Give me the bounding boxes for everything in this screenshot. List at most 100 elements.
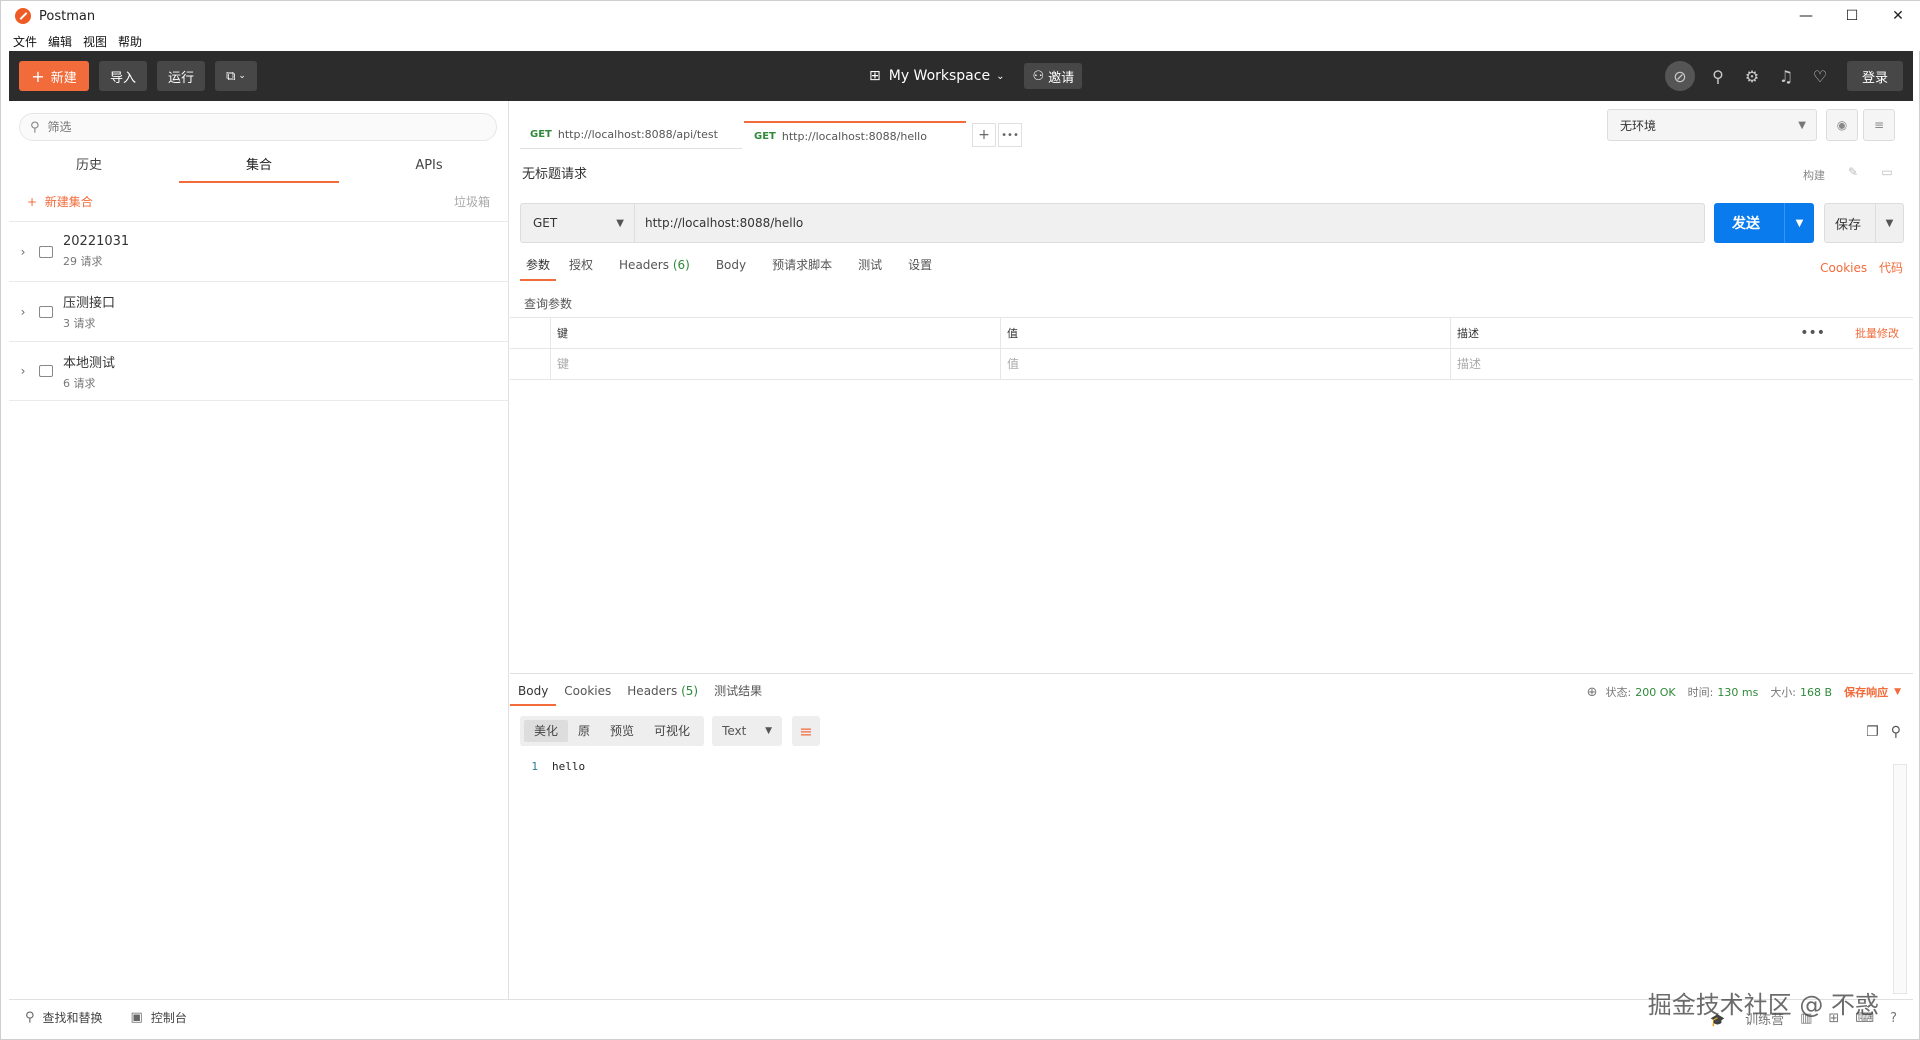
heart-icon[interactable]: ♡ — [1803, 59, 1837, 93]
line-number: 1 — [531, 760, 538, 773]
request-section-tabs: 参数 授权 Headers (6) Body 预请求脚本 测试 设置 — [520, 253, 945, 281]
main-panel: GET http://localhost:8088/api/test GET h… — [510, 101, 1913, 999]
request-tab-bar: GET http://localhost:8088/api/test GET h… — [510, 101, 1913, 153]
bell-icon[interactable]: ♫ — [1769, 59, 1803, 93]
maximize-button[interactable]: ☐ — [1829, 1, 1875, 31]
runner-button[interactable]: 运行 — [157, 61, 205, 91]
collection-count: 29 请求 — [63, 255, 103, 268]
language-select[interactable]: Text ▼ — [712, 716, 783, 746]
tab-test-results[interactable]: 测试结果 — [706, 680, 770, 706]
format-visualize[interactable]: 可视化 — [644, 720, 700, 742]
tab-response-body[interactable]: Body — [510, 680, 557, 706]
menu-edit[interactable]: 编辑 — [48, 33, 72, 50]
globe-icon[interactable]: ⊕ — [1587, 685, 1598, 700]
more-options-icon[interactable]: ••• — [1800, 318, 1825, 349]
menu-bar: 文件 编辑 视图 帮助 — [1, 31, 1920, 51]
console-button[interactable]: ▣ 控制台 — [131, 1009, 187, 1026]
new-tab-button[interactable]: + — [972, 123, 996, 147]
time-value: 130 ms — [1717, 685, 1759, 699]
format-pretty[interactable]: 美化 — [524, 720, 569, 742]
request-name[interactable]: 无标题请求 — [522, 163, 587, 182]
column-key: 键 — [550, 318, 1000, 349]
tab-response-headers[interactable]: Headers (5) — [619, 680, 706, 706]
close-button[interactable]: ✕ — [1875, 1, 1920, 31]
wrap-lines-icon[interactable]: ≡ — [792, 716, 821, 746]
eye-icon[interactable]: ◉ — [1826, 109, 1858, 141]
chevron-right-icon[interactable]: › — [13, 364, 33, 378]
environment-select[interactable]: 无环境 ▼ — [1607, 109, 1817, 141]
more-tabs-icon[interactable]: ••• — [998, 123, 1022, 147]
tab-history[interactable]: 历史 — [9, 153, 169, 183]
sidebar-tabs: 历史 集合 APIs — [9, 153, 509, 183]
plus-icon: + — [31, 66, 45, 86]
url-input[interactable]: http://localhost:8088/hello — [635, 203, 1705, 243]
tab-tests[interactable]: 测试 — [845, 253, 895, 281]
save-response-button[interactable]: 保存响应 — [1844, 684, 1888, 700]
table-header-row: 键 值 描述 ••• 批量修改 — [510, 318, 1913, 349]
help-icon[interactable]: ? — [1890, 1011, 1897, 1026]
environment-label: 无环境 — [1620, 118, 1657, 133]
new-button[interactable]: + 新建 — [19, 61, 89, 91]
copy-icon[interactable]: ❐ — [1866, 724, 1879, 740]
chevron-right-icon[interactable]: › — [13, 245, 33, 259]
column-description: 描述 — [1450, 318, 1800, 349]
gear-icon[interactable]: ⚙ — [1735, 59, 1769, 93]
collection-item[interactable]: › 本地测试 6 请求 — [9, 341, 509, 401]
format-preview[interactable]: 预览 — [600, 720, 644, 742]
description-input[interactable]: 描述 — [1450, 349, 1913, 380]
caret-down-icon[interactable]: ▼ — [1894, 687, 1901, 697]
chevron-right-icon[interactable]: › — [13, 305, 33, 319]
minimize-button[interactable]: — — [1783, 1, 1829, 31]
value-input[interactable]: 值 — [1000, 349, 1450, 380]
trash-link[interactable]: 垃圾箱 — [454, 193, 490, 210]
menu-view[interactable]: 视图 — [83, 33, 107, 50]
search-icon[interactable]: ⚲ — [1891, 724, 1901, 740]
collection-item[interactable]: › 压测接口 3 请求 — [9, 281, 509, 341]
collection-item[interactable]: › 20221031 29 请求 — [9, 221, 509, 281]
cookies-link[interactable]: Cookies — [1820, 261, 1867, 275]
console-label: 控制台 — [150, 1011, 187, 1025]
tab-response-cookies[interactable]: Cookies — [556, 680, 619, 706]
caret-down-icon[interactable]: ▼ — [1784, 203, 1814, 243]
sync-off-icon[interactable]: ⊘ — [1665, 61, 1695, 91]
status-bar: ⚲ 查找和替换 ▣ 控制台 🎓 训练营 ▥ ⊞ ⌨ ? — [9, 999, 1913, 1035]
pencil-icon[interactable]: ✎ — [1838, 157, 1868, 187]
key-input[interactable]: 键 — [550, 349, 1000, 380]
new-window-button[interactable]: ⧉ ⌄ — [215, 61, 257, 91]
code-link[interactable]: 代码 — [1879, 261, 1903, 275]
find-replace-button[interactable]: ⚲ 查找和替换 — [25, 1009, 103, 1026]
response-status: ⊕ 状态: 200 OK 时间: 130 ms 大小: 168 B 保存响应 ▼ — [1587, 684, 1901, 700]
tab-prerequest[interactable]: 预请求脚本 — [759, 253, 845, 281]
import-button[interactable]: 导入 — [99, 61, 147, 91]
comment-icon[interactable]: ▭ — [1872, 157, 1902, 187]
request-tab-active[interactable]: GET http://localhost:8088/hello — [744, 121, 966, 149]
tab-collections[interactable]: 集合 — [179, 153, 339, 183]
new-collection-button[interactable]: + 新建集合 — [27, 193, 93, 210]
tab-url: http://localhost:8088/hello — [781, 129, 927, 143]
invite-button[interactable]: ⚇ 邀请 — [1024, 63, 1083, 89]
menu-help[interactable]: 帮助 — [118, 33, 142, 50]
scrollbar[interactable] — [1893, 764, 1907, 994]
filter-input[interactable] — [47, 120, 468, 134]
tab-apis[interactable]: APIs — [349, 153, 509, 183]
tab-headers[interactable]: Headers (6) — [606, 253, 703, 281]
tab-settings[interactable]: 设置 — [895, 253, 945, 281]
request-tab[interactable]: GET http://localhost:8088/api/test — [520, 121, 742, 149]
login-button[interactable]: 登录 — [1847, 61, 1903, 91]
caret-down-icon[interactable]: ▼ — [1875, 204, 1903, 242]
settings-sliders-icon[interactable]: ≡ — [1863, 109, 1895, 141]
satellite-icon[interactable]: ⚲ — [1701, 59, 1735, 93]
tab-params[interactable]: 参数 — [520, 253, 557, 281]
save-button[interactable]: 保存 ▼ — [1824, 203, 1904, 243]
sidebar: ⚲ 历史 集合 APIs + 新建集合 垃圾箱 › 20221031 29 请求… — [9, 101, 509, 999]
tab-auth[interactable]: 授权 — [556, 253, 606, 281]
method-select[interactable]: GET ▼ — [520, 203, 635, 243]
bulk-edit-link[interactable]: 批量修改 — [1855, 318, 1899, 349]
workspace-switcher[interactable]: ⊞ My Workspace ⌄ ⚇ 邀请 — [869, 51, 1083, 101]
tab-body[interactable]: Body — [703, 253, 759, 281]
format-raw[interactable]: 原 — [568, 720, 600, 742]
params-table: 键 值 描述 ••• 批量修改 键 值 描述 — [510, 317, 1913, 381]
send-button[interactable]: 发送 ▼ — [1714, 203, 1814, 243]
menu-file[interactable]: 文件 — [13, 33, 37, 50]
response-body: 1 hello — [510, 760, 585, 773]
